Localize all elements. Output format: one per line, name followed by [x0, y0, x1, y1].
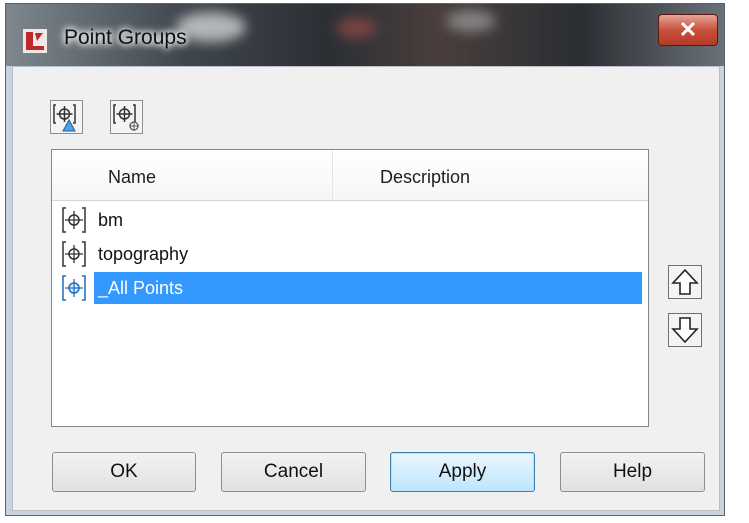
- cancel-button[interactable]: Cancel: [221, 452, 366, 492]
- titlebar-texture: [446, 10, 496, 32]
- ok-button[interactable]: OK: [52, 452, 196, 492]
- point-group-name: bm: [98, 210, 124, 230]
- column-header-description[interactable]: Description: [380, 167, 470, 188]
- app-icon: [23, 29, 47, 53]
- close-button[interactable]: ✕: [658, 14, 718, 46]
- column-header-name[interactable]: Name: [108, 167, 156, 188]
- point-group-properties-icon: [53, 104, 76, 132]
- point-group-name: _All Points: [98, 278, 184, 298]
- window-title: Point Groups: [64, 26, 187, 49]
- point-group-icon: [62, 275, 86, 301]
- titlebar-texture: [336, 18, 376, 38]
- list-item[interactable]: topography: [52, 238, 648, 270]
- list-item-selected[interactable]: _All Points: [52, 272, 648, 304]
- point-group-name: topography: [98, 244, 189, 264]
- point-groups-dialog: Point Groups ✕ Name Description bm topog…: [5, 3, 725, 516]
- arrow-up-icon: [671, 268, 699, 295]
- move-down-button[interactable]: [668, 313, 702, 347]
- list-item[interactable]: bm: [52, 204, 648, 236]
- point-group-update-button[interactable]: [110, 100, 143, 134]
- list-header: Name Description: [52, 150, 648, 201]
- close-icon: ✕: [678, 17, 698, 42]
- point-group-properties-button[interactable]: [50, 100, 83, 134]
- apply-button[interactable]: Apply: [390, 452, 535, 492]
- help-button[interactable]: Help: [560, 452, 705, 492]
- point-group-update-icon: [113, 104, 139, 131]
- column-divider[interactable]: [332, 150, 333, 200]
- arrow-down-icon: [671, 317, 699, 344]
- point-group-icon: [62, 241, 86, 267]
- point-groups-list[interactable]: Name Description bm topography _All Poin…: [51, 149, 649, 427]
- point-group-icon: [62, 207, 86, 233]
- title-bar[interactable]: Point Groups ✕: [6, 4, 724, 66]
- move-up-button[interactable]: [668, 265, 702, 299]
- dialog-body: Name Description bm topography _All Poin…: [12, 66, 720, 511]
